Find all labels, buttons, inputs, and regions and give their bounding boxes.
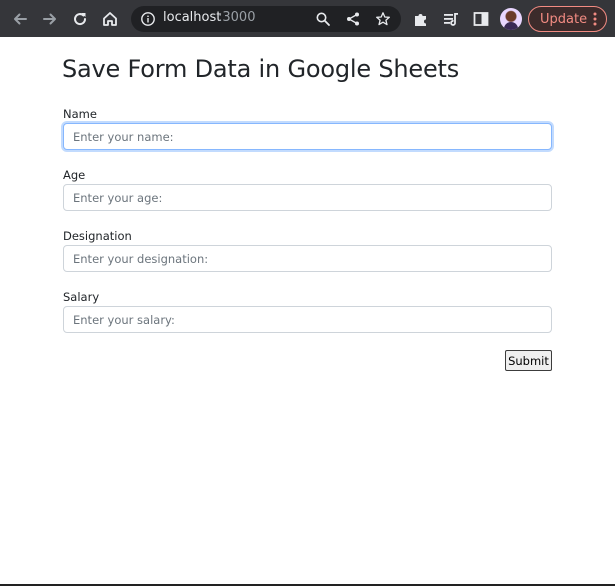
side-panel-icon[interactable] xyxy=(472,10,490,28)
star-icon[interactable] xyxy=(375,11,391,27)
salary-input[interactable] xyxy=(63,306,552,333)
reload-button[interactable] xyxy=(69,8,91,30)
reload-icon xyxy=(74,13,87,26)
home-icon xyxy=(103,12,117,26)
forward-arrow-icon xyxy=(43,13,56,25)
name-label: Name xyxy=(63,107,97,121)
browser-toolbar: localhost :3000 Update xyxy=(0,0,615,37)
address-bar[interactable]: localhost :3000 xyxy=(131,6,401,32)
page-title: Save Form Data in Google Sheets xyxy=(62,55,460,83)
update-button[interactable]: Update xyxy=(528,6,607,32)
url-port: :3000 xyxy=(218,10,256,25)
forward-button[interactable] xyxy=(39,8,61,30)
back-arrow-icon xyxy=(14,13,27,25)
profile-avatar[interactable] xyxy=(500,8,522,30)
reading-list-icon[interactable] xyxy=(442,10,460,28)
extensions-icon[interactable] xyxy=(412,10,430,28)
age-label: Age xyxy=(63,168,86,182)
designation-label: Designation xyxy=(63,229,132,243)
info-icon[interactable] xyxy=(140,11,156,27)
share-icon[interactable] xyxy=(345,11,361,27)
home-button[interactable] xyxy=(99,8,121,30)
designation-input[interactable] xyxy=(63,245,552,272)
update-label: Update xyxy=(540,11,588,27)
back-button[interactable] xyxy=(9,8,31,30)
salary-label: Salary xyxy=(63,290,100,304)
url-host: localhost xyxy=(163,10,222,25)
more-vert-icon[interactable] xyxy=(593,12,597,26)
name-input[interactable] xyxy=(63,123,552,150)
avatar-figure xyxy=(504,22,518,30)
zoom-icon[interactable] xyxy=(315,11,331,27)
age-input[interactable] xyxy=(63,184,552,211)
submit-button[interactable]: Submit xyxy=(505,350,552,371)
